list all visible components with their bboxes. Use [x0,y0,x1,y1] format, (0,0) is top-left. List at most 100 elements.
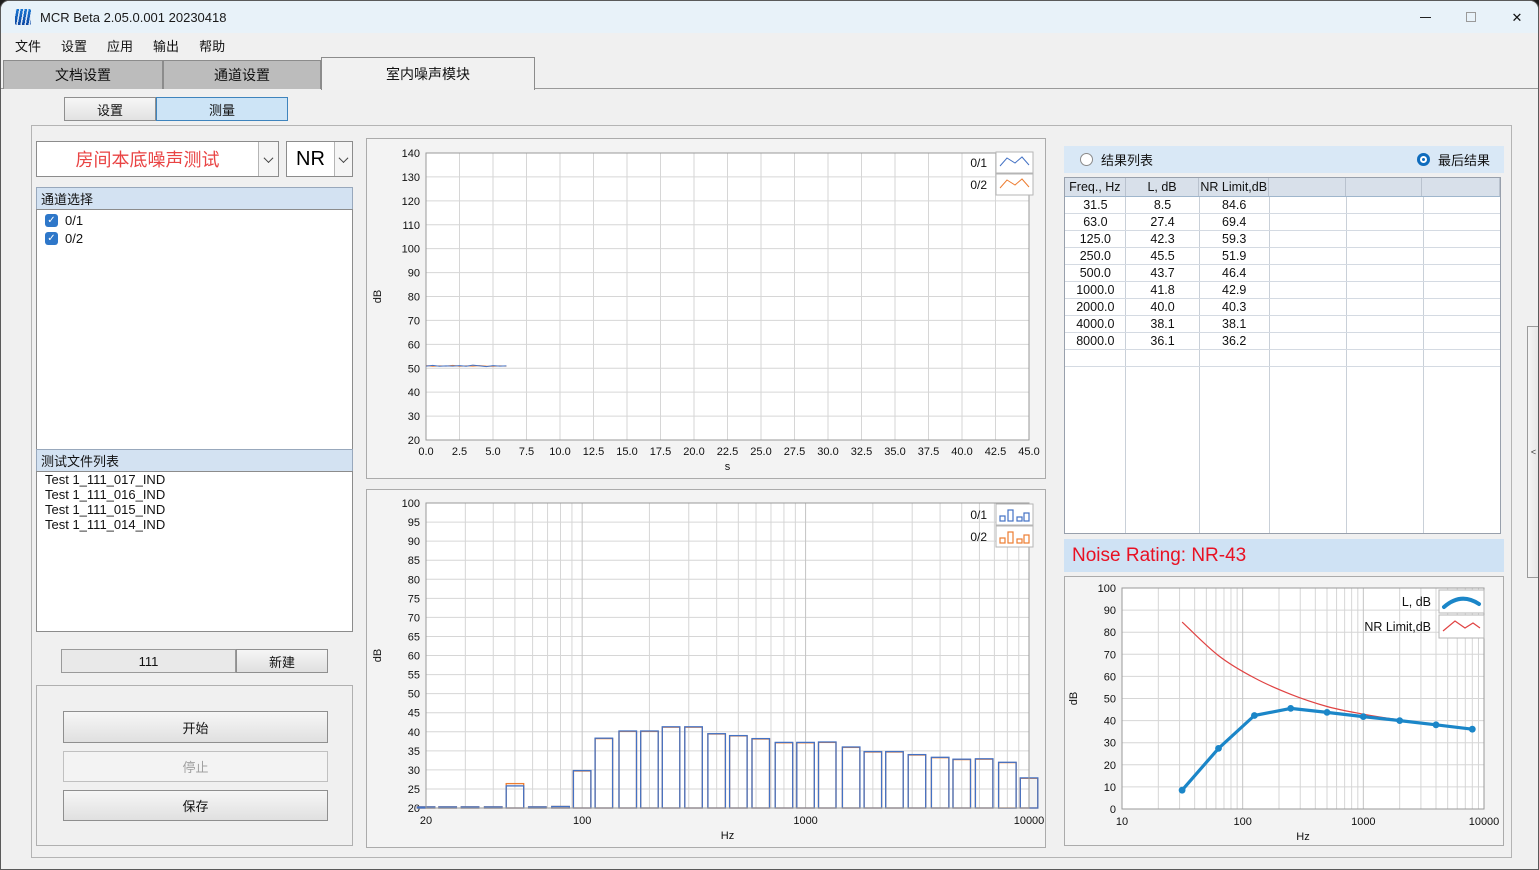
close-button[interactable]: ✕ [1494,1,1539,33]
svg-text:100: 100 [402,498,420,510]
save-button[interactable]: 保存 [63,790,328,821]
app-window: MCR Beta 2.05.0.001 20230418 ✕ 文件设置应用输出帮… [0,0,1539,870]
minimize-button[interactable] [1402,1,1448,33]
svg-text:120: 120 [402,196,420,208]
menu-item-0[interactable]: 文件 [5,34,51,57]
svg-text:0: 0 [1110,804,1116,816]
time-history-chart: 20304050607080901001101201301400.02.55.0… [366,138,1046,479]
svg-text:100: 100 [573,815,591,827]
minimize-icon [1420,17,1431,18]
svg-text:10000: 10000 [1469,816,1500,828]
svg-text:70: 70 [408,612,420,624]
main-tab-1[interactable]: 通道设置 [163,60,321,89]
svg-text:42.5: 42.5 [985,446,1006,458]
maximize-button[interactable] [1448,1,1494,33]
test-type-select[interactable]: 房间本底噪声测试 [36,141,279,177]
svg-text:17.5: 17.5 [650,446,671,458]
title-bar[interactable]: MCR Beta 2.05.0.001 20230418 [1,1,1539,33]
table-cell: 38.1 [1126,316,1200,332]
svg-text:10: 10 [1104,782,1116,794]
svg-text:75: 75 [408,593,420,605]
table-cell: 84.6 [1199,197,1269,213]
svg-text:40.0: 40.0 [951,446,972,458]
svg-text:7.5: 7.5 [519,446,534,458]
main-tab-2[interactable]: 室内噪声模块 [321,57,535,90]
menu-item-4[interactable]: 帮助 [189,34,235,57]
main-tab-0[interactable]: 文档设置 [3,60,163,89]
panel-collapse-handle[interactable]: < [1527,326,1539,578]
rating-dropdown-arrow[interactable] [334,142,352,176]
svg-text:50: 50 [408,689,420,701]
channel-list[interactable]: ✓ 0/1 ✓0/2 [36,209,353,450]
chevron-down-icon [264,153,274,163]
channel-row-0/1[interactable]: ✓ 0/1 [45,212,352,228]
window-title: MCR Beta 2.05.0.001 20230418 [40,10,226,25]
menu-item-3[interactable]: 输出 [143,34,189,57]
result-table[interactable]: Freq., HzL, dBNR Limit,dB31.58.584.663.0… [1064,177,1501,534]
table-row: 125.042.359.3 [1065,231,1500,248]
test-file-list[interactable]: Test 1_111_017_INDTest 1_111_016_INDTest… [36,471,353,632]
table-header-cell [1422,178,1500,196]
svg-text:10000: 10000 [1014,815,1045,827]
svg-text:30: 30 [408,765,420,777]
svg-text:30: 30 [1104,738,1116,750]
table-cell [1422,231,1500,247]
result-list-radio[interactable] [1080,153,1093,166]
channel-label: 0/1 [65,213,83,228]
menu-item-2[interactable]: 应用 [97,34,143,57]
table-row: 63.027.469.4 [1065,214,1500,231]
app-icon [15,9,31,25]
table-cell [1126,350,1200,366]
new-button[interactable]: 新建 [236,649,328,673]
start-button[interactable]: 开始 [63,711,328,743]
test-type-dropdown-arrow[interactable] [258,142,278,176]
table-cell [1065,350,1126,366]
svg-text:L, dB: L, dB [1402,595,1431,609]
table-cell [1269,248,1346,264]
table-cell: 45.5 [1126,248,1200,264]
tab-settings[interactable]: 设置 [64,97,156,121]
channel-checkbox[interactable]: ✓ [45,232,58,245]
svg-text:140: 140 [402,148,420,160]
svg-text:2.5: 2.5 [452,446,467,458]
svg-text:20.0: 20.0 [683,446,704,458]
channel-select-header: 通道选择 [36,187,353,210]
noise-rating-banner: Noise Rating: NR-43 [1064,539,1504,572]
test-file-item[interactable]: Test 1_111_017_IND [37,472,352,487]
close-icon: ✕ [1512,11,1523,24]
table-cell: 31.5 [1065,197,1126,213]
table-cell: 42.9 [1199,282,1269,298]
table-cell: 36.2 [1199,333,1269,349]
channel-row-0/2[interactable]: ✓0/2 [45,230,352,246]
spectrum-chart: 2025303540455055606570758085909510020100… [366,489,1046,848]
table-cell: 42.3 [1126,231,1200,247]
svg-text:27.5: 27.5 [784,446,805,458]
test-file-item[interactable]: Test 1_111_015_IND [37,502,352,517]
svg-text:s: s [725,461,731,473]
table-cell [1422,316,1500,332]
test-file-item[interactable]: Test 1_111_014_IND [37,517,352,532]
svg-text:Hz: Hz [1296,831,1309,843]
svg-text:50: 50 [408,363,420,375]
svg-text:100: 100 [1098,583,1116,595]
last-result-radio[interactable] [1417,153,1430,166]
svg-text:20: 20 [408,803,420,815]
table-header-cell: L, dB [1126,178,1200,196]
table-cell [1346,299,1423,315]
svg-text:40: 40 [408,727,420,739]
menu-item-1[interactable]: 设置 [51,34,97,57]
svg-text:80: 80 [408,292,420,304]
channel-checkbox[interactable]: ✓ [45,214,58,227]
svg-text:60: 60 [408,651,420,663]
test-file-item[interactable]: Test 1_111_016_IND [37,487,352,502]
table-cell [1422,282,1500,298]
table-cell: 4000.0 [1065,316,1126,332]
stop-button[interactable]: 停止 [63,751,328,782]
tab-measure[interactable]: 测量 [156,97,288,121]
file-name-input[interactable]: 111 [61,649,236,673]
table-cell: 8000.0 [1065,333,1126,349]
svg-text:90: 90 [408,536,420,548]
svg-text:95: 95 [408,517,420,529]
table-cell [1346,350,1423,366]
rating-select[interactable]: NR [286,141,353,177]
